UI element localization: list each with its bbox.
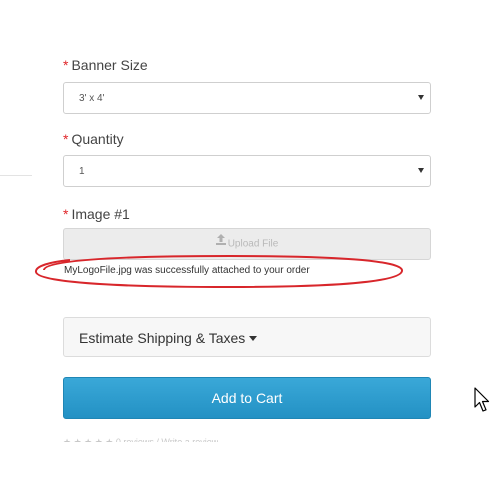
estimate-shipping-label: Estimate Shipping & Taxes: [79, 329, 258, 347]
banner-size-label: * Banner Size: [63, 56, 148, 74]
quantity-label-text: Quantity: [71, 131, 124, 147]
estimate-shipping-text: Estimate Shipping & Taxes: [79, 330, 246, 346]
chevron-down-icon: [418, 95, 424, 100]
annotation-ellipse: [35, 254, 403, 289]
estimate-shipping-toggle[interactable]: Estimate Shipping & Taxes: [63, 317, 431, 357]
reviews-strip: ★ ★ ★ ★ ★ 0 reviews / Write a review: [63, 437, 219, 442]
divider: [0, 175, 32, 176]
required-mark: *: [63, 206, 69, 222]
image-label-text: Image #1: [71, 206, 130, 222]
quantity-select[interactable]: 1: [63, 155, 431, 187]
banner-size-select[interactable]: 3' x 4': [63, 82, 431, 114]
add-to-cart-button[interactable]: Add to Cart: [63, 377, 431, 419]
mouse-cursor-icon: [474, 387, 490, 412]
quantity-label: * Quantity: [63, 130, 124, 148]
required-mark: *: [63, 57, 69, 73]
image-label: * Image #1: [63, 205, 130, 223]
caret-down-icon: [249, 335, 258, 341]
chevron-down-icon: [418, 168, 424, 173]
banner-size-value: 3' x 4': [79, 93, 105, 104]
banner-size-label-text: Banner Size: [71, 57, 148, 73]
product-options-page: * Banner Size 3' x 4' * Quantity 1 * Image …: [0, 0, 500, 500]
upload-file-label: Upload File: [227, 238, 279, 250]
required-mark: *: [63, 131, 69, 147]
quantity-value: 1: [79, 166, 85, 177]
